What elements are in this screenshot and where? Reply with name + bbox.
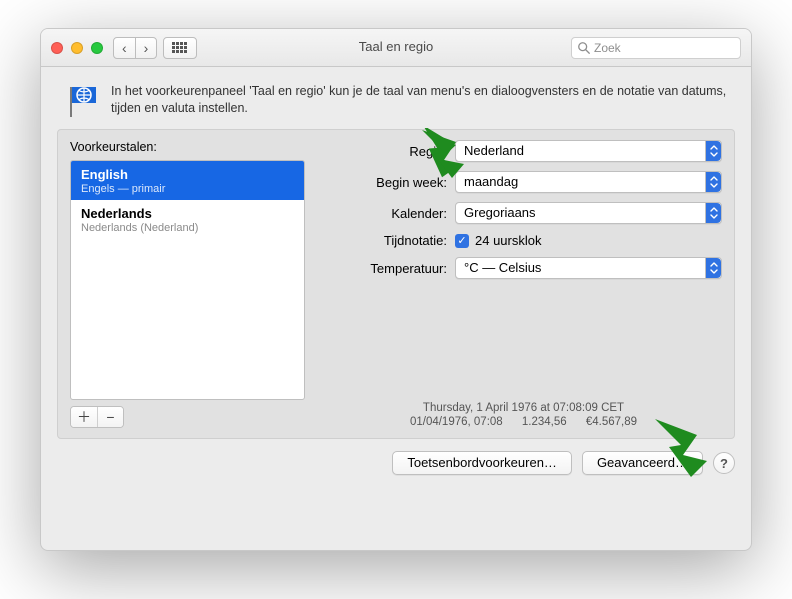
remove-language-button[interactable]: − bbox=[97, 407, 123, 427]
sample-currency: €4.567,89 bbox=[578, 416, 645, 428]
first-day-select[interactable]: maandag bbox=[455, 171, 722, 193]
search-input[interactable] bbox=[571, 37, 741, 59]
help-button[interactable]: ? bbox=[713, 452, 735, 474]
search-icon bbox=[577, 41, 591, 55]
calendar-value: Gregoriaans bbox=[464, 205, 536, 220]
traffic-lights bbox=[51, 42, 103, 54]
temperature-label: Temperatuur: bbox=[325, 261, 455, 276]
preferences-window: ‹ › Taal en regio bbox=[40, 28, 752, 551]
language-name: Nederlands bbox=[81, 206, 294, 221]
language-name: English bbox=[81, 167, 294, 182]
calendar-label: Kalender: bbox=[325, 206, 455, 221]
updown-icon bbox=[705, 258, 721, 278]
language-list[interactable]: English Engels — primair Nederlands Nede… bbox=[70, 160, 305, 400]
intro-row: In het voorkeurenpaneel 'Taal en regio' … bbox=[57, 79, 735, 129]
list-item[interactable]: English Engels — primair bbox=[71, 161, 304, 200]
minus-icon: − bbox=[106, 410, 114, 424]
temperature-select[interactable]: °C — Celsius bbox=[455, 257, 722, 279]
preferred-languages-label: Voorkeurstalen: bbox=[70, 140, 305, 154]
add-remove-group: ＋ − bbox=[70, 406, 124, 428]
grid-icon bbox=[172, 42, 188, 54]
nav-buttons: ‹ › bbox=[113, 37, 157, 59]
minimize-button[interactable] bbox=[71, 42, 83, 54]
keyboard-preferences-button[interactable]: Toetsenbordvoorkeuren… bbox=[392, 451, 572, 475]
add-language-button[interactable]: ＋ bbox=[71, 407, 97, 427]
updown-icon bbox=[705, 203, 721, 223]
updown-icon bbox=[705, 141, 721, 161]
footer-buttons: Toetsenbordvoorkeuren… Geavanceerd… ? bbox=[57, 451, 735, 475]
titlebar: ‹ › Taal en regio bbox=[41, 29, 751, 67]
content-area: In het voorkeurenpaneel 'Taal en regio' … bbox=[41, 67, 751, 491]
settings-panel: Voorkeurstalen: English Engels — primair… bbox=[57, 129, 735, 439]
temperature-value: °C — Celsius bbox=[464, 260, 541, 275]
show-all-button[interactable] bbox=[163, 37, 197, 59]
sample-short-date: 01/04/1976, 07:08 bbox=[402, 416, 511, 428]
sample-number: 1.234,56 bbox=[514, 416, 575, 428]
updown-icon bbox=[705, 172, 721, 192]
globe-flag-icon bbox=[61, 83, 97, 119]
back-button[interactable]: ‹ bbox=[113, 37, 136, 59]
region-value: Nederland bbox=[464, 143, 524, 158]
language-sub: Nederlands (Nederland) bbox=[81, 222, 294, 234]
first-day-value: maandag bbox=[464, 174, 518, 189]
24h-checkbox[interactable]: ✓ bbox=[455, 234, 469, 248]
plus-icon: ＋ bbox=[77, 410, 91, 424]
list-item[interactable]: Nederlands Nederlands (Nederland) bbox=[71, 200, 304, 239]
close-button[interactable] bbox=[51, 42, 63, 54]
calendar-select[interactable]: Gregoriaans bbox=[455, 202, 722, 224]
sample-long-date: Thursday, 1 April 1976 at 07:08:09 CET bbox=[325, 402, 722, 414]
chevron-right-icon: › bbox=[144, 41, 149, 55]
format-sample: Thursday, 1 April 1976 at 07:08:09 CET 0… bbox=[325, 400, 722, 428]
time-format-label: Tijdnotatie: bbox=[325, 233, 455, 248]
chevron-left-icon: ‹ bbox=[122, 41, 127, 55]
forward-button[interactable]: › bbox=[135, 37, 158, 59]
region-select[interactable]: Nederland bbox=[455, 140, 722, 162]
check-icon: ✓ bbox=[457, 234, 466, 247]
24h-label: 24 uursklok bbox=[475, 233, 541, 248]
advanced-button[interactable]: Geavanceerd… bbox=[582, 451, 703, 475]
region-label: Regio: bbox=[325, 144, 455, 159]
intro-text: In het voorkeurenpaneel 'Taal en regio' … bbox=[111, 83, 731, 117]
first-day-label: Begin week: bbox=[325, 175, 455, 190]
language-sub: Engels — primair bbox=[81, 183, 294, 195]
question-icon: ? bbox=[720, 456, 728, 471]
zoom-button[interactable] bbox=[91, 42, 103, 54]
